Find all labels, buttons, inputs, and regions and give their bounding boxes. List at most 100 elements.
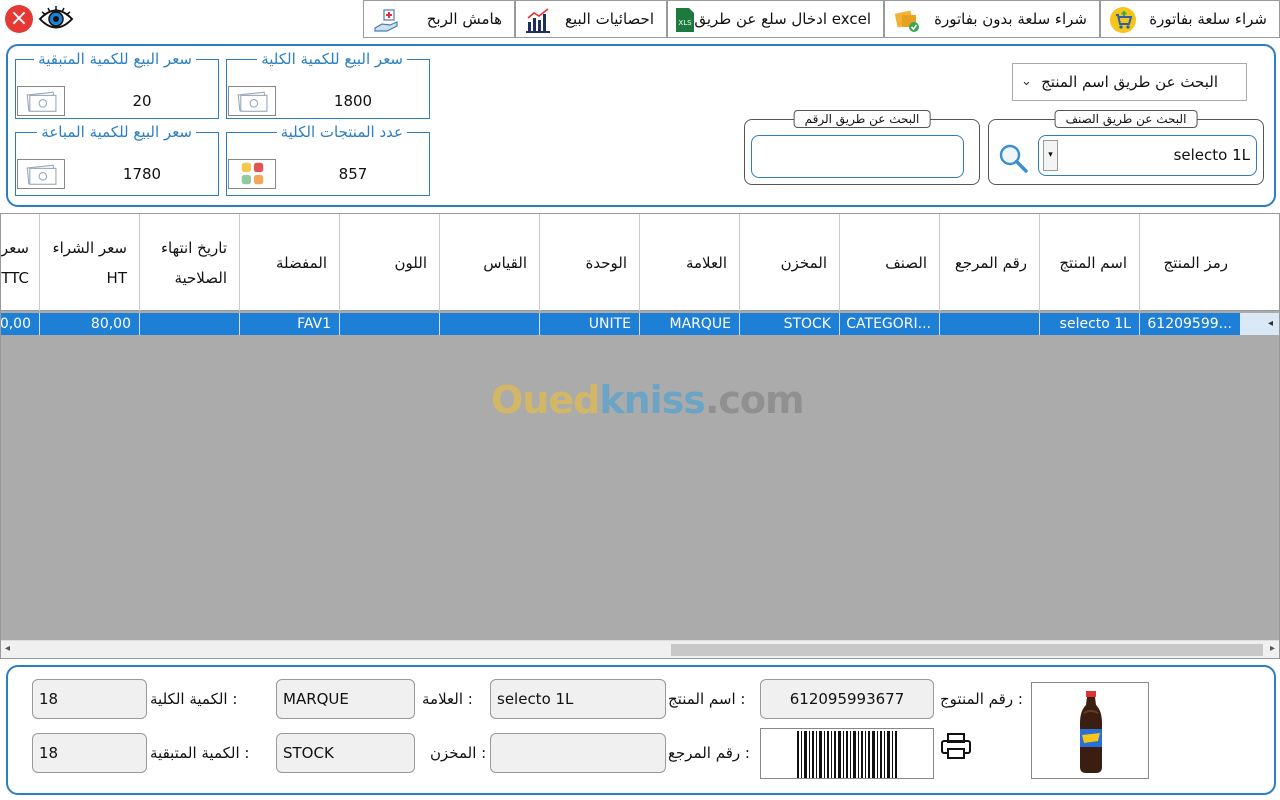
product-number-field[interactable]: 612095993677 (760, 679, 934, 719)
watermark-part: .com (704, 378, 805, 422)
buy-without-invoice-label: شراء سلعة بدون بفاتورة (934, 10, 1087, 28)
table-cell[interactable] (339, 313, 439, 335)
column-header[interactable]: القياس (439, 214, 539, 311)
grid-header: رمز المنتج اسم المنتج رقم المرجع الصنف ا… (1, 214, 1279, 311)
banknote-icon (17, 159, 65, 189)
banknote-icon (17, 86, 65, 116)
stat-value: 20 (132, 92, 152, 110)
excel-icon: XLS (676, 8, 694, 32)
column-header[interactable]: سعر الشراء TTC (1, 214, 39, 311)
watermark: Ouedkniss.com (491, 378, 805, 422)
printer-icon[interactable] (940, 732, 972, 760)
barcode-image (797, 731, 897, 778)
category-search-value: selecto 1L (1173, 146, 1250, 164)
stat-value: 857 (338, 165, 368, 183)
stat-value: 1800 (333, 92, 373, 110)
number-search-input[interactable] (751, 135, 964, 178)
search-mode-value: البحث عن طريق اسم المنتج (1041, 73, 1218, 91)
apps-grid-icon (228, 159, 276, 189)
table-cell[interactable]: 80,00 (39, 313, 139, 335)
svg-text:XLS: XLS (678, 19, 692, 27)
product-number-label: رقم المنتوج : (940, 690, 1023, 708)
banknote-icon (228, 86, 276, 116)
watermark-part: kniss (599, 378, 706, 422)
stat-title: سعر البيع للكمية المباعة (37, 123, 196, 141)
stat-title: سعر البيع للكمية المتبقية (34, 50, 196, 68)
column-header[interactable]: المفضلة (239, 214, 339, 311)
reference-field[interactable] (490, 733, 666, 773)
column-header[interactable]: الصنف (839, 214, 939, 311)
profit-margin-button[interactable]: هامش الربح (363, 0, 515, 38)
import-excel-label: ادخال سلع عن طريق excel (694, 10, 871, 28)
column-header[interactable]: العلامة (639, 214, 739, 311)
column-header[interactable]: اسم المنتج (1039, 214, 1139, 311)
table-cell[interactable]: STOCK (739, 313, 839, 335)
column-header[interactable]: رمز المنتج (1139, 214, 1240, 311)
stat-sold-sale-price: سعر البيع للكمية المباعة 1780 (15, 123, 219, 196)
category-search-input[interactable]: ▾ selecto 1L (1038, 135, 1257, 176)
total-qty-field[interactable]: 18 (32, 679, 147, 719)
stat-title: عدد المنتجات الكلية (276, 123, 407, 141)
column-header[interactable]: رقم المرجع (939, 214, 1039, 311)
profit-margin-label: هامش الربح (426, 10, 502, 28)
table-cell[interactable]: FAV1 (239, 313, 339, 335)
stat-total-products: عدد المنتجات الكلية 857 (226, 123, 430, 196)
table-row[interactable]: 61209599... selecto 1L CATEGORI... STOCK… (1, 313, 1279, 335)
table-cell[interactable]: 0,00 (1, 313, 39, 335)
sales-stats-label: احصائيات البيع (565, 10, 654, 28)
brand-label: العلامة : (422, 690, 473, 708)
table-cell[interactable]: MARQUE (639, 313, 739, 335)
table-cell[interactable]: 61209599... (1139, 313, 1240, 335)
column-header[interactable]: اللون (339, 214, 439, 311)
buy-with-invoice-label: شراء سلعة بفاتورة (1149, 10, 1267, 28)
category-search-title: البحث عن طريق الصنف (1054, 110, 1198, 128)
table-cell[interactable]: selecto 1L (1039, 313, 1139, 335)
table-cell[interactable] (439, 313, 539, 335)
table-cell[interactable]: CATEGORI... (839, 313, 939, 335)
search-icon[interactable] (996, 141, 1030, 175)
bottle-image (1080, 691, 1102, 773)
products-grid: رمز المنتج اسم المنتج رقم المرجع الصنف ا… (0, 213, 1280, 659)
row-pointer-icon: ◂ (1240, 313, 1279, 335)
scroll-right-icon[interactable]: ▸ (1270, 643, 1275, 654)
cart-icon (1110, 7, 1136, 33)
column-header[interactable]: سعر الشراء HT (39, 214, 139, 311)
import-excel-button[interactable]: XLS ادخال سلع عن طريق excel (667, 0, 884, 38)
stat-remaining-sale-price: سعر البيع للكمية المتبقية 20 (15, 50, 219, 119)
dropdown-arrow-icon[interactable]: ▾ (1043, 140, 1058, 171)
product-name-label: اسم المنتج : (668, 690, 746, 708)
store-field[interactable]: STOCK (276, 733, 415, 773)
reference-label: رقم المرجع : (668, 744, 750, 762)
stat-title: سعر البيع للكمية الكلية (257, 50, 407, 68)
table-cell[interactable]: UNITE (539, 313, 639, 335)
sales-stats-button[interactable]: احصائيات البيع (515, 0, 667, 38)
column-header[interactable]: تاريخ انتهاء الصلاحية (139, 214, 239, 311)
remaining-qty-field[interactable]: 18 (32, 733, 147, 773)
number-search-title: البحث عن طريق الرقم (793, 110, 931, 128)
scrollbar-thumb[interactable] (671, 644, 1263, 656)
close-icon[interactable]: × (5, 5, 33, 33)
product-name-field[interactable]: selecto 1L (490, 679, 666, 719)
column-header[interactable]: المخزن (739, 214, 839, 311)
product-image (1031, 682, 1149, 779)
table-cell[interactable] (939, 313, 1039, 335)
horizontal-scrollbar[interactable]: ◂ ▸ (1, 640, 1279, 658)
package-check-icon (894, 10, 919, 32)
brand-field[interactable]: MARQUE (276, 679, 415, 719)
eye-icon[interactable] (38, 4, 74, 34)
chevron-down-icon: ⌄ (1021, 74, 1032, 89)
buy-without-invoice-button[interactable]: شراء سلعة بدون بفاتورة (884, 0, 1100, 38)
column-header[interactable]: الوحدة (539, 214, 639, 311)
watermark-part: Oued (491, 378, 600, 422)
barcode (760, 728, 934, 779)
table-cell[interactable] (139, 313, 239, 335)
top-toolbar: × شراء سلعة بفاتورة شراء سلعة بدون بفاتو… (0, 0, 1280, 38)
buy-with-invoice-button[interactable]: شراء سلعة بفاتورة (1100, 0, 1280, 38)
bar-chart-icon (526, 8, 550, 33)
stat-total-sale-price: سعر البيع للكمية الكلية 1800 (226, 50, 430, 119)
hand-plus-icon (374, 9, 398, 32)
search-mode-select[interactable]: ⌄ البحث عن طريق اسم المنتج (1012, 63, 1247, 101)
total-qty-label: الكمية الكلية : (150, 690, 238, 708)
remaining-qty-label: الكمية المتبقية : (150, 744, 250, 762)
scroll-left-icon[interactable]: ◂ (5, 643, 10, 654)
